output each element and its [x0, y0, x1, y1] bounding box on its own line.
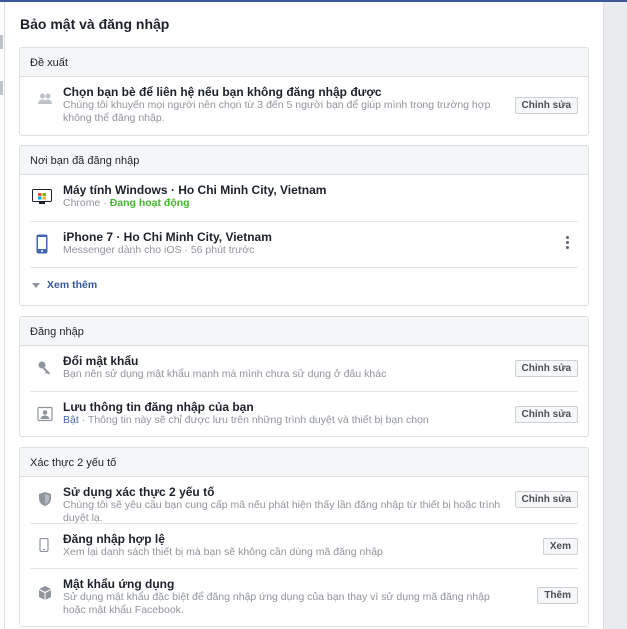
- session-browser: Chrome ·: [63, 197, 110, 209]
- caret-down-icon: [32, 282, 40, 288]
- key-icon: [37, 360, 53, 376]
- edit-button[interactable]: Chỉnh sửa: [514, 97, 578, 114]
- enabled-status: Bật: [63, 414, 79, 426]
- view-button[interactable]: Xem: [542, 538, 578, 555]
- iphone-icon: [36, 234, 48, 254]
- row-title: Mật khẩu ứng dụng: [63, 577, 175, 591]
- edit-button[interactable]: Chỉnh sửa: [514, 491, 578, 508]
- section-header: Xác thực 2 yếu tố: [20, 448, 588, 477]
- left-nav-marker-2[interactable]: [0, 81, 3, 95]
- windows-computer-icon: [32, 189, 52, 205]
- description-text: · Thông tin này sẽ chỉ được lưu trên nhữ…: [78, 414, 429, 426]
- session-title: iPhone 7 · Ho Chi Minh City, Vietnam: [63, 230, 272, 244]
- friends-icon: [37, 91, 53, 107]
- page-title: Bảo mật và đăng nhập: [20, 16, 170, 32]
- section-login: Đăng nhập Đổi mật khẩu Bạn nên sử dụng m…: [19, 316, 589, 437]
- change-password-row[interactable]: Đổi mật khẩu Bạn nên sử dụng mật khẩu mạ…: [30, 346, 578, 391]
- section-where-logged-in: Nơi bạn đã đăng nhập Máy tính Windows · …: [19, 145, 589, 306]
- profile-card-icon: [37, 406, 53, 422]
- left-nav-marker[interactable]: [0, 35, 3, 49]
- row-description: Bạn nên sử dụng mật khẩu mạnh mà mình ch…: [63, 368, 387, 380]
- recommend-trusted-contacts-row[interactable]: Chọn bạn bè để liên hệ nếu bạn không đăn…: [30, 77, 578, 135]
- use-two-factor-row[interactable]: Sử dụng xác thực 2 yếu tố Chúng tôi sẽ y…: [30, 477, 578, 524]
- add-button[interactable]: Thêm: [537, 587, 578, 604]
- session-row-iphone[interactable]: iPhone 7 · Ho Chi Minh City, Vietnam Mes…: [30, 221, 578, 267]
- row-title: Sử dụng xác thực 2 yếu tố: [63, 485, 215, 499]
- shield-icon: [37, 491, 53, 507]
- row-description: Bật · Thông tin này sẽ chỉ được lưu trên…: [63, 414, 503, 427]
- section-header: Nơi bạn đã đăng nhập: [20, 146, 588, 175]
- row-description: Xem lại danh sách thiết bị mà bạn sẽ khô…: [63, 546, 383, 558]
- edit-button[interactable]: Chỉnh sửa: [514, 406, 578, 423]
- edit-button[interactable]: Chỉnh sửa: [514, 360, 578, 377]
- settings-panel: Bảo mật và đăng nhập Đề xuất Chọn bạn bè…: [4, 2, 604, 629]
- section-two-factor: Xác thực 2 yếu tố Sử dụng xác thực 2 yếu…: [19, 447, 589, 627]
- cube-icon: [37, 585, 53, 601]
- save-login-info-row[interactable]: Lưu thông tin đăng nhập của bạn Bật · Th…: [30, 391, 578, 436]
- row-title: Đăng nhập hợp lệ: [63, 532, 165, 546]
- phone-icon: [39, 537, 49, 553]
- app-passwords-row[interactable]: Mật khẩu ứng dụng Sử dụng mật khẩu đặc b…: [30, 568, 578, 625]
- row-description: Chúng tôi sẽ yêu cầu bạn cung cấp mã nếu…: [63, 499, 501, 524]
- authorized-logins-row[interactable]: Đăng nhập hợp lệ Xem lại danh sách thiết…: [30, 523, 578, 568]
- see-more-row: Xem thêm: [30, 267, 578, 305]
- session-description: Messenger dành cho iOS · 56 phút trước: [63, 244, 255, 256]
- section-recommended: Đề xuất Chọn bạn bè để liên hệ nếu bạn k…: [19, 47, 589, 136]
- more-options-icon[interactable]: [564, 236, 570, 252]
- session-row-windows[interactable]: Máy tính Windows · Ho Chi Minh City, Vie…: [30, 175, 578, 221]
- see-more-label: Xem thêm: [47, 279, 98, 291]
- row-description: Chúng tôi khuyến mọi người nên chọn từ 3…: [63, 99, 491, 124]
- row-title: Đổi mật khẩu: [63, 354, 139, 368]
- row-title: Lưu thông tin đăng nhập của bạn: [63, 400, 254, 414]
- section-header: Đề xuất: [20, 48, 588, 77]
- session-title: Máy tính Windows · Ho Chi Minh City, Vie…: [63, 183, 327, 197]
- see-more-link[interactable]: Xem thêm: [32, 279, 97, 291]
- section-header: Đăng nhập: [20, 317, 588, 346]
- active-status: Đang hoạt động: [109, 197, 190, 209]
- row-title: Chọn bạn bè để liên hệ nếu bạn không đăn…: [63, 85, 382, 99]
- session-description: Chrome · Đang hoạt động: [63, 197, 503, 210]
- row-description: Sử dụng mật khẩu đặc biệt để đăng nhập ứ…: [63, 591, 490, 616]
